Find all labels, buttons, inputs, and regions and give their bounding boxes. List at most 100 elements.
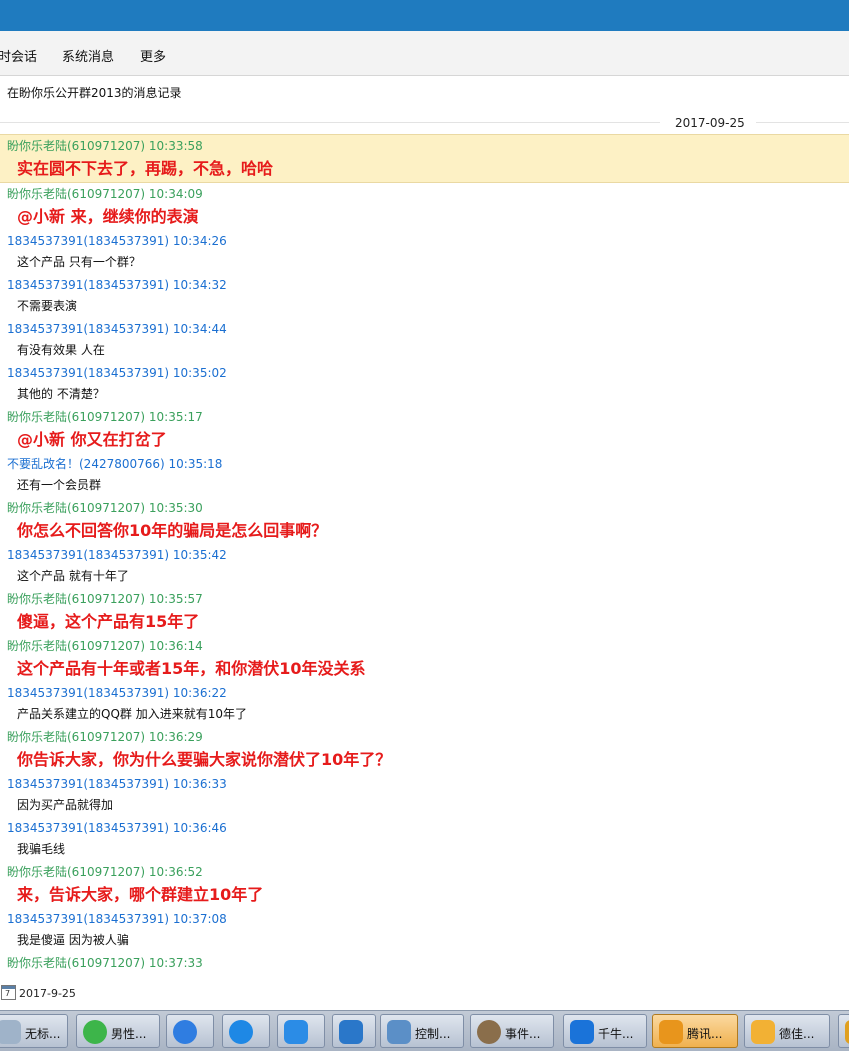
message-item: 盼你乐老陆(610971207) 10:35:30 你怎么不回答你10年的骗局是怎… xyxy=(0,497,849,544)
message-sender-time[interactable]: 1834537391(1834537391) 10:35:42 xyxy=(7,544,849,565)
message-sender-time[interactable]: 1834537391(1834537391) 10:34:44 xyxy=(7,318,849,339)
message-sender-time[interactable]: 盼你乐老陆(610971207) 10:36:14 xyxy=(7,635,849,656)
message-item: 盼你乐老陆(610971207) 10:35:57 傻逼，这个产品有15年了 xyxy=(0,588,849,635)
taskbar-button[interactable]: 无标... xyxy=(0,1014,68,1048)
message-item: 不要乱改名！(2427800766) 10:35:18 还有一个会员群 xyxy=(0,453,849,497)
taskbar-button[interactable]: 德佳... xyxy=(744,1014,830,1048)
message-item: 盼你乐老陆(610971207) 10:34:09 @小新 来，继续你的表演 xyxy=(0,183,849,230)
message-text: 傻逼，这个产品有15年了 xyxy=(17,612,200,631)
message-sender-time[interactable]: 盼你乐老陆(610971207) 10:36:29 xyxy=(7,726,849,747)
message-item: 1834537391(1834537391) 10:36:33 因为买产品就得加 xyxy=(0,773,849,817)
message-item: 1834537391(1834537391) 10:37:08 我是傻逼 因为被人… xyxy=(0,908,849,952)
tab-recent-chats[interactable]: 时会话 xyxy=(0,46,37,65)
message-item: 1834537391(1834537391) 10:35:02 其他的 不清楚？ xyxy=(0,362,849,406)
notepad-icon xyxy=(0,1020,21,1044)
message-item: 1834537391(1834537391) 10:34:32 不需要表演 xyxy=(0,274,849,318)
taskbar-button[interactable]: 腾讯... xyxy=(652,1014,738,1048)
history-header: 在盼你乐公开群2013的消息记录 xyxy=(0,76,849,104)
message-sender-time[interactable]: 盼你乐老陆(610971207) 10:36:52 xyxy=(7,861,849,882)
qianniu-icon xyxy=(570,1020,594,1044)
message-text: 有没有效果 人在 xyxy=(17,343,105,357)
speaker-icon xyxy=(659,1020,683,1044)
message-list[interactable]: 盼你乐老陆(610971207) 10:33:58 实在圆不下去了，再踢，不急，哈… xyxy=(0,134,849,976)
message-sender-time[interactable]: 盼你乐老陆(610971207) 10:35:30 xyxy=(7,497,849,518)
message-sender-time[interactable]: 不要乱改名！(2427800766) 10:35:18 xyxy=(7,453,849,474)
taskbar-button[interactable] xyxy=(166,1014,214,1048)
tab-more[interactable]: 更多 xyxy=(140,46,166,65)
divider xyxy=(756,122,849,123)
message-sender-time[interactable]: 盼你乐老陆(610971207) 10:35:57 xyxy=(7,588,849,609)
message-sender-time[interactable]: 盼你乐老陆(610971207) 10:37:33 xyxy=(7,952,849,973)
message-sender-time[interactable]: 盼你乐老陆(610971207) 10:35:17 xyxy=(7,406,849,427)
message-item: 盼你乐老陆(610971207) 10:35:17 @小新 你又在打岔了 xyxy=(0,406,849,453)
message-item: 盼你乐老陆(610971207) 10:37:33唉，真是傻逼，刚才一直说自己朋… xyxy=(0,952,849,976)
footer-date: 2017-9-25 xyxy=(19,987,76,1000)
taskbar-label: 德佳... xyxy=(779,1027,815,1041)
message-sender-time[interactable]: 1834537391(1834537391) 10:36:46 xyxy=(7,817,849,838)
taskbar-label: 腾讯... xyxy=(687,1027,723,1041)
message-text: @小新 来，继续你的表演 xyxy=(17,207,199,226)
message-text: 唉，真是傻逼，刚才一直说自己朋友被人骗 xyxy=(7,973,849,976)
baidu-cloud-icon xyxy=(284,1020,308,1044)
taskbar-button[interactable]: 千牛... xyxy=(563,1014,647,1048)
taskbar-button[interactable] xyxy=(332,1014,376,1048)
calendar-day: 7 xyxy=(5,989,11,998)
title-bar xyxy=(0,0,849,31)
taskbar-label: 男性... xyxy=(111,1027,147,1041)
message-sender-time[interactable]: 1834537391(1834537391) 10:34:26 xyxy=(7,230,849,251)
date-separator-label: 2017-09-25 xyxy=(675,116,745,130)
taskbar: 无标... 男性... 控制... 事件... 千牛... 腾讯... 德佳... xyxy=(0,1010,849,1051)
date-separator: 2017-09-25 xyxy=(0,110,849,134)
message-item: 盼你乐老陆(610971207) 10:33:58 实在圆不下去了，再踢，不急，哈… xyxy=(0,134,849,183)
message-text: 我是傻逼 因为被人骗 xyxy=(17,933,129,947)
divider xyxy=(0,122,660,123)
calendar-icon[interactable]: 7 xyxy=(1,985,16,1000)
taskbar-button[interactable]: 控制... xyxy=(380,1014,464,1048)
taskbar-label: 千牛... xyxy=(598,1027,634,1041)
message-text: 还有一个会员群 xyxy=(17,478,102,492)
history-title: 在盼你乐公开群2013的消息记录 xyxy=(7,86,182,100)
message-item: 盼你乐老陆(610971207) 10:36:52 来，告诉大家，哪个群建立10年… xyxy=(0,861,849,908)
taskbar-button[interactable]: 事件... xyxy=(470,1014,554,1048)
message-text: 这个产品 只有一个群？ xyxy=(17,255,141,269)
message-sender-time[interactable]: 盼你乐老陆(610971207) 10:34:09 xyxy=(7,183,849,204)
compass-icon xyxy=(229,1020,253,1044)
message-text: 你怎么不回答你10年的骗局是怎么回事啊？ xyxy=(17,521,328,540)
message-item: 1834537391(1834537391) 10:36:22 产品关系建立的QQ… xyxy=(0,682,849,726)
message-item: 盼你乐老陆(610971207) 10:36:14 这个产品有十年或者15年，和你… xyxy=(0,635,849,682)
message-sender-time[interactable]: 盼你乐老陆(610971207) 10:33:58 xyxy=(7,135,849,156)
taskbar-label: 无标... xyxy=(25,1027,61,1041)
taskbar-button[interactable] xyxy=(277,1014,325,1048)
browser-green-icon xyxy=(83,1020,107,1044)
message-text: 你告诉大家，你为什么要骗大家说你潜伏了10年了？ xyxy=(17,750,392,769)
tab-bar: 时会话 系统消息 更多 xyxy=(0,31,849,76)
message-text: 不需要表演 xyxy=(17,299,78,313)
app-icon xyxy=(751,1020,775,1044)
message-sender-time[interactable]: 1834537391(1834537391) 10:36:22 xyxy=(7,682,849,703)
message-text: 来，告诉大家，哪个群建立10年了 xyxy=(17,885,264,904)
taskbar-button[interactable] xyxy=(222,1014,270,1048)
taskbar-button[interactable] xyxy=(838,1014,849,1048)
message-item: 1834537391(1834537391) 10:34:44 有没有效果 人在 xyxy=(0,318,849,362)
date-footer: 7 2017-9-25 xyxy=(0,982,849,1008)
message-text: 实在圆不下去了，再踢，不急，哈哈 xyxy=(17,159,274,178)
message-sender-time[interactable]: 1834537391(1834537391) 10:37:08 xyxy=(7,908,849,929)
message-text: 这个产品有十年或者15年，和你潜伏10年没关系 xyxy=(17,659,366,678)
message-sender-time[interactable]: 1834537391(1834537391) 10:36:33 xyxy=(7,773,849,794)
event-viewer-icon xyxy=(477,1020,501,1044)
message-sender-time[interactable]: 1834537391(1834537391) 10:34:32 xyxy=(7,274,849,295)
ie-icon xyxy=(173,1020,197,1044)
message-text: 我骗毛线 xyxy=(17,842,66,856)
bird-icon xyxy=(339,1020,363,1044)
message-item: 1834537391(1834537391) 10:34:26 这个产品 只有一个… xyxy=(0,230,849,274)
message-text: @小新 你又在打岔了 xyxy=(17,430,167,449)
control-panel-icon xyxy=(387,1020,411,1044)
message-item: 1834537391(1834537391) 10:35:42 这个产品 就有十年… xyxy=(0,544,849,588)
message-text: 这个产品 就有十年了 xyxy=(17,569,129,583)
message-text: 其他的 不清楚？ xyxy=(17,387,105,401)
message-text: 因为买产品就得加 xyxy=(17,798,114,812)
taskbar-button[interactable]: 男性... xyxy=(76,1014,160,1048)
taskbar-label: 控制... xyxy=(415,1027,451,1041)
message-sender-time[interactable]: 1834537391(1834537391) 10:35:02 xyxy=(7,362,849,383)
tab-system-messages[interactable]: 系统消息 xyxy=(62,46,114,65)
